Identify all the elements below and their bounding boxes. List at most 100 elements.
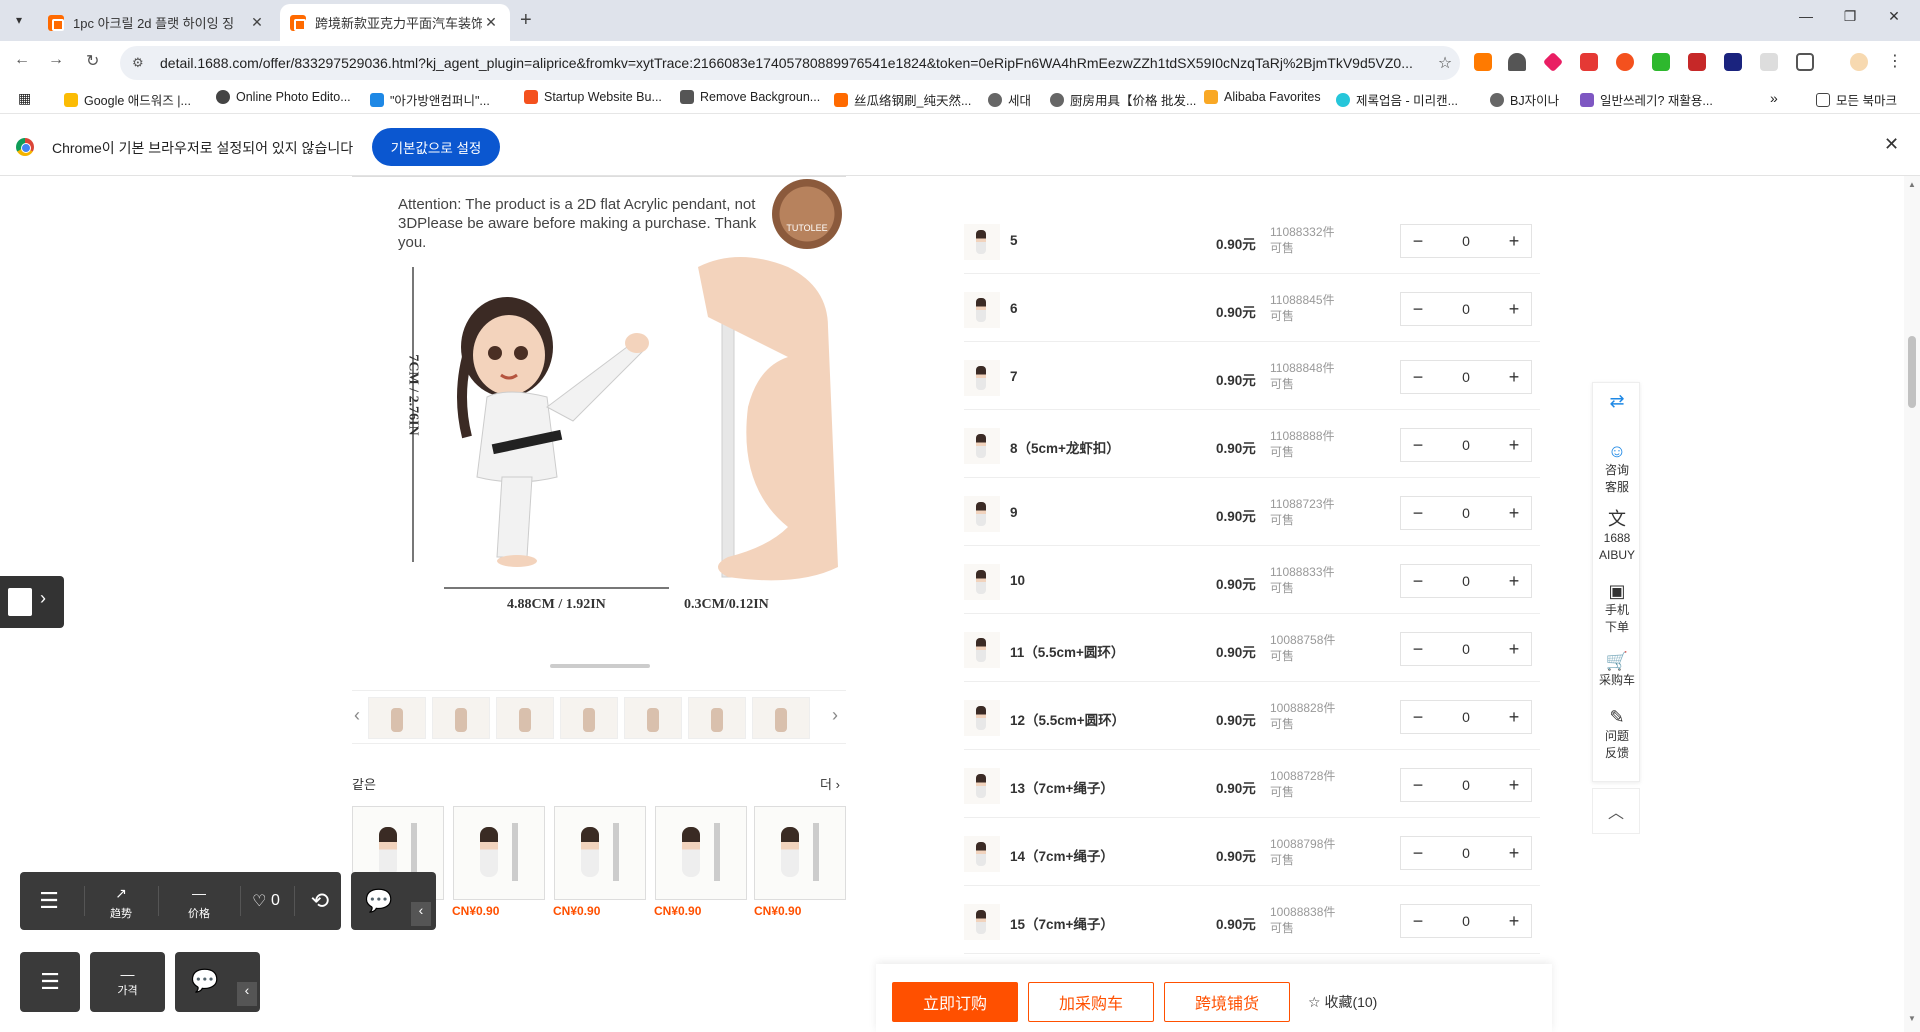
minus-icon[interactable]: −: [1401, 367, 1435, 388]
scroll-down-icon[interactable]: ▼: [1908, 1014, 1916, 1023]
extension-icon[interactable]: [1580, 53, 1598, 71]
quantity-value[interactable]: 0: [1435, 437, 1497, 453]
sku-thumbnail[interactable]: [964, 496, 1000, 532]
cart-button[interactable]: 🛒 采购车: [1593, 652, 1641, 689]
extension-icon[interactable]: [1542, 51, 1564, 73]
quantity-value[interactable]: 0: [1435, 505, 1497, 521]
plus-icon[interactable]: +: [1497, 231, 1531, 252]
minus-icon[interactable]: −: [1401, 503, 1435, 524]
same-item-card[interactable]: [453, 806, 545, 900]
plus-icon[interactable]: +: [1497, 843, 1531, 864]
extensions-puzzle-icon[interactable]: [1796, 53, 1814, 71]
bookmark-item[interactable]: 丝瓜络钢刷_纯天然...: [834, 90, 971, 109]
cross-border-button[interactable]: 跨境铺货: [1164, 982, 1290, 1022]
bookmark-item[interactable]: 세대: [988, 90, 1031, 109]
minus-icon[interactable]: −: [1401, 231, 1435, 252]
sku-thumbnail[interactable]: [964, 836, 1000, 872]
plus-icon[interactable]: +: [1497, 639, 1531, 660]
profile-avatar-icon[interactable]: [1850, 53, 1868, 71]
quantity-stepper[interactable]: −0 +: [1400, 632, 1532, 666]
minus-icon[interactable]: −: [1401, 843, 1435, 864]
quantity-value[interactable]: 0: [1435, 709, 1497, 725]
plus-icon[interactable]: +: [1497, 707, 1531, 728]
sku-thumbnail[interactable]: [964, 292, 1000, 328]
more-bookmarks-chevron-icon[interactable]: »: [1770, 90, 1778, 106]
sku-thumbnail[interactable]: [964, 632, 1000, 668]
collapse-icon[interactable]: ☰: [20, 952, 80, 1012]
feedback-button[interactable]: ✎ 问题 反馈: [1593, 708, 1641, 762]
quantity-stepper[interactable]: −0 +: [1400, 496, 1532, 530]
url-text[interactable]: detail.1688.com/offer/833297529036.html?…: [160, 55, 1430, 71]
minus-icon[interactable]: −: [1401, 571, 1435, 592]
new-tab-icon[interactable]: +: [520, 9, 532, 32]
bookmark-item[interactable]: BJ자이나: [1490, 90, 1559, 109]
tab-2-active[interactable]: 跨境新款亚克力平面汽车装饰挂 ✕: [280, 4, 510, 41]
bookmark-item[interactable]: 일반쓰레기? 재활용...: [1580, 90, 1713, 109]
reload-icon[interactable]: ↻: [86, 51, 99, 71]
quantity-stepper[interactable]: −0 +: [1400, 836, 1532, 870]
minus-icon[interactable]: −: [1401, 435, 1435, 456]
sku-thumbnail[interactable]: [964, 700, 1000, 736]
extension-icon[interactable]: [1688, 53, 1706, 71]
quantity-value[interactable]: 0: [1435, 233, 1497, 249]
price-button[interactable]: — 价格: [164, 872, 234, 930]
price-kr-button[interactable]: — 가격: [90, 952, 165, 1012]
extension-icon[interactable]: [1652, 53, 1670, 71]
minus-icon[interactable]: −: [1401, 707, 1435, 728]
product-main-image[interactable]: Attention: The product is a 2D flat Acry…: [352, 176, 846, 670]
bookmark-item[interactable]: 厨房用具【价格 批发...: [1050, 90, 1196, 109]
restore-icon[interactable]: ❐: [1830, 8, 1870, 25]
plus-icon[interactable]: +: [1497, 367, 1531, 388]
back-icon[interactable]: ←: [14, 51, 30, 69]
like-button[interactable]: ♡ 0: [244, 872, 288, 930]
close-window-icon[interactable]: ✕: [1874, 8, 1914, 25]
same-item-card[interactable]: [754, 806, 846, 900]
bookmark-item[interactable]: Alibaba Favorites: [1204, 90, 1321, 104]
quantity-value[interactable]: 0: [1435, 641, 1497, 657]
extension-icon[interactable]: [1474, 53, 1492, 71]
chat-widget[interactable]: 💬 ‹: [351, 872, 436, 930]
consult-service-button[interactable]: ☺ 咨询 客服: [1593, 442, 1641, 496]
apps-grid-icon[interactable]: ▦: [18, 90, 31, 107]
sku-thumbnail[interactable]: [964, 428, 1000, 464]
bookmark-item[interactable]: "아가방앤컴퍼니"...: [370, 90, 490, 109]
download-icon[interactable]: [1508, 53, 1526, 71]
mobile-order-button[interactable]: ▣ 手机 下单: [1593, 582, 1641, 636]
tab-search-chevron-icon[interactable]: ▾: [8, 9, 30, 31]
history-icon[interactable]: ⟲: [300, 872, 340, 930]
extension-icon[interactable]: [1616, 53, 1634, 71]
plus-icon[interactable]: +: [1497, 775, 1531, 796]
bookmark-item[interactable]: Startup Website Bu...: [524, 90, 662, 104]
same-item-card[interactable]: [554, 806, 646, 900]
site-info-icon[interactable]: ⚙: [132, 55, 150, 71]
sku-thumbnail[interactable]: [964, 768, 1000, 804]
thumbnail[interactable]: [432, 697, 490, 739]
quantity-value[interactable]: 0: [1435, 301, 1497, 317]
chevron-left-icon[interactable]: ‹: [237, 982, 257, 1006]
close-infobar-icon[interactable]: ✕: [1884, 134, 1899, 155]
same-items-more-link[interactable]: 더 ›: [820, 774, 840, 793]
quantity-stepper[interactable]: −0 +: [1400, 428, 1532, 462]
extension-icon[interactable]: [1760, 53, 1778, 71]
thumb-prev-chevron-icon[interactable]: ‹: [354, 705, 360, 726]
close-tab-icon[interactable]: ✕: [482, 14, 500, 31]
quantity-value[interactable]: 0: [1435, 913, 1497, 929]
quantity-stepper[interactable]: −0 +: [1400, 224, 1532, 258]
aibuy-button[interactable]: 文 1688 AIBUY: [1593, 510, 1641, 564]
favorite-button[interactable]: ☆ 收藏(10): [1308, 992, 1377, 1012]
trend-button[interactable]: ↗ 趋势: [90, 872, 152, 930]
thumbnail[interactable]: [624, 697, 682, 739]
quantity-value[interactable]: 0: [1435, 845, 1497, 861]
chat-widget[interactable]: 💬 ‹: [175, 952, 260, 1012]
thumbnail[interactable]: [688, 697, 746, 739]
chevron-left-icon[interactable]: ‹: [411, 902, 431, 926]
same-item-card[interactable]: [655, 806, 747, 900]
image-scroll-indicator[interactable]: [550, 664, 650, 668]
forward-icon[interactable]: →: [48, 51, 64, 69]
address-bar[interactable]: ⚙ detail.1688.com/offer/833297529036.htm…: [120, 46, 1460, 80]
bookmark-star-icon[interactable]: ☆: [1430, 53, 1460, 73]
close-tab-icon[interactable]: ✕: [248, 14, 266, 31]
bookmark-item[interactable]: Google 애드워즈 |...: [64, 90, 191, 109]
extension-icon[interactable]: [1724, 53, 1742, 71]
buy-now-button[interactable]: 立即订购: [892, 982, 1018, 1022]
